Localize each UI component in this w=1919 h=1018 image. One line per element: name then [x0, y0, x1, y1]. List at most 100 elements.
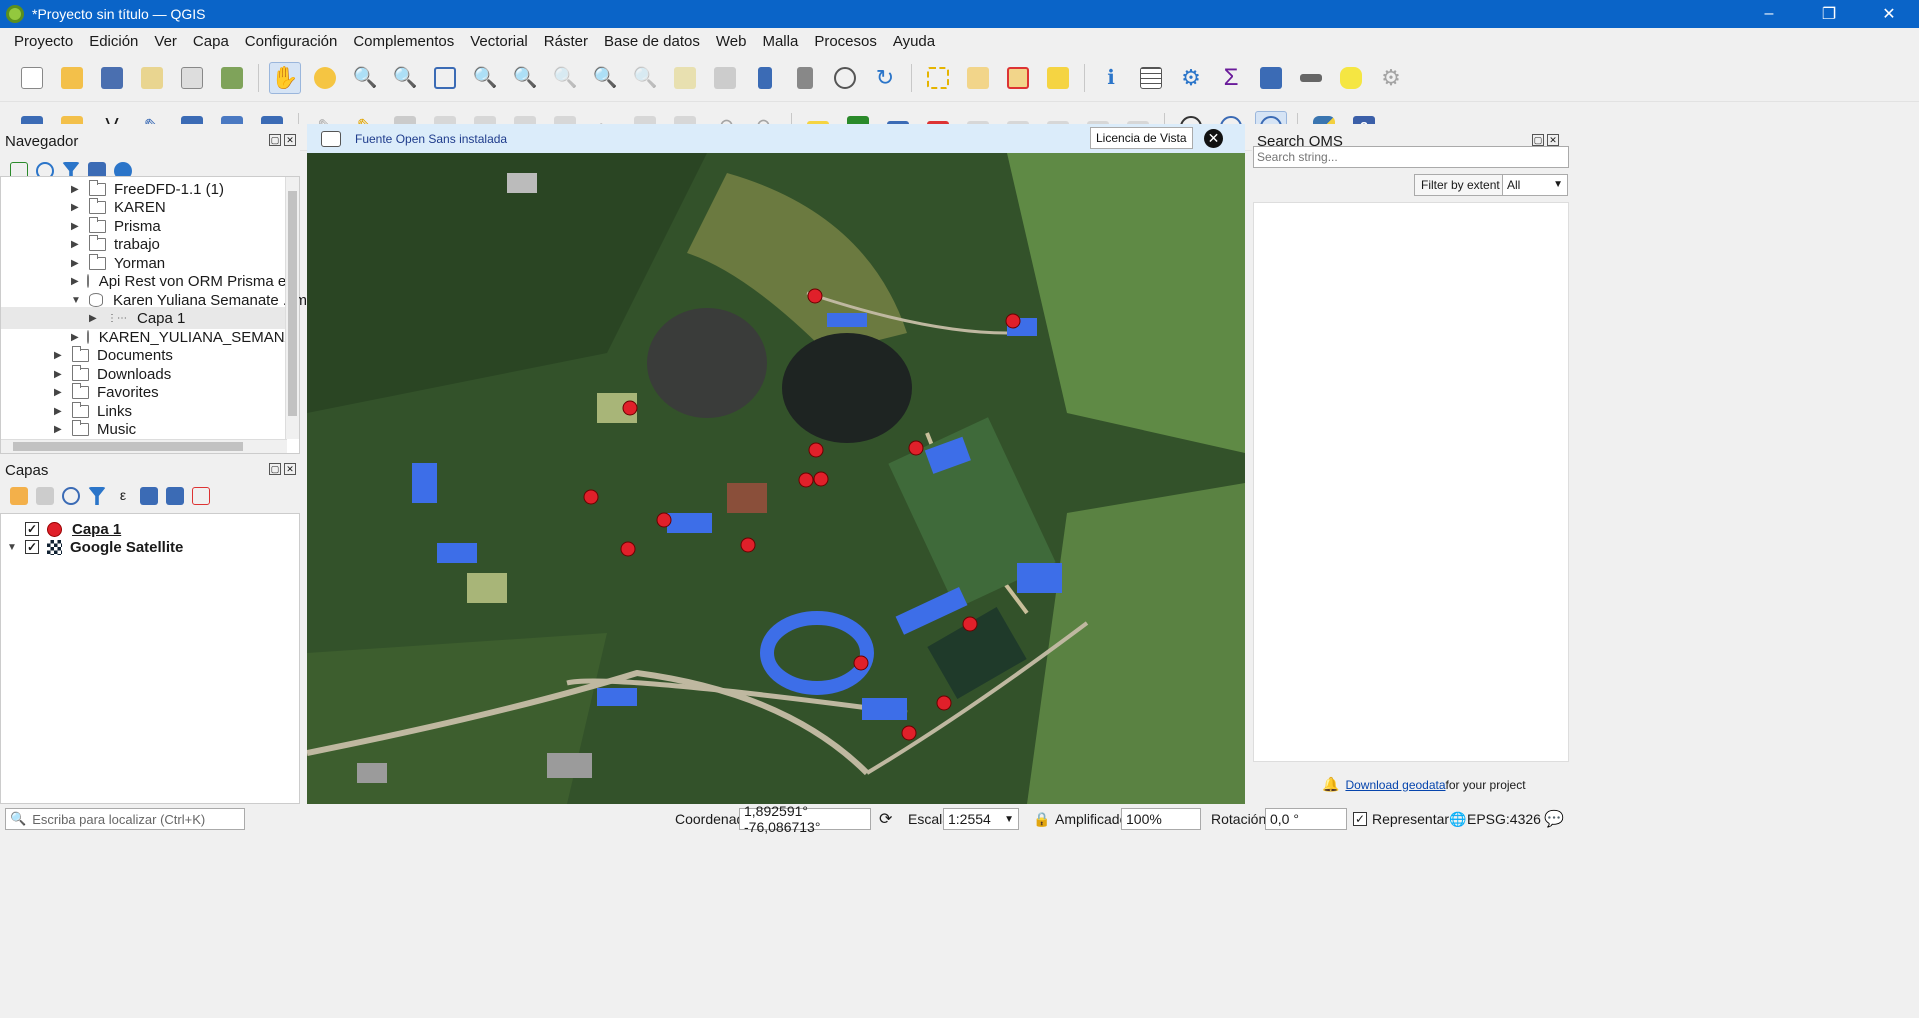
new-print-layout-icon[interactable] — [136, 62, 168, 94]
zoom-selection-icon[interactable]: 🔍 — [469, 62, 501, 94]
select-by-value-icon[interactable] — [962, 62, 994, 94]
menu-complementos[interactable]: Complementos — [345, 33, 462, 50]
point-symbol-icon — [47, 521, 62, 537]
menu-web[interactable]: Web — [708, 33, 755, 50]
layer-item-google-satellite[interactable]: ▼ ✓ Google Satellite — [7, 537, 183, 557]
close-window-button[interactable]: ✕ — [1859, 0, 1919, 28]
style-manager-icon[interactable] — [216, 62, 248, 94]
deselect-features-icon[interactable] — [1002, 62, 1034, 94]
new-project-icon[interactable] — [16, 62, 48, 94]
zoom-next-icon[interactable]: 🔍 — [629, 62, 661, 94]
folder-icon — [89, 253, 106, 270]
restore-button[interactable]: ❐ — [1799, 0, 1859, 28]
main-toolbar: ✋ 🔍 🔍 🔍 🔍 🔍 🔍 🔍 ↻ ℹ ⚙ Σ ⚙ — [0, 54, 1919, 102]
statistics-icon[interactable]: Σ — [1215, 62, 1247, 94]
close-panel-icon[interactable]: ✕ — [284, 463, 296, 475]
layer-item-capa1[interactable]: ✓ Capa 1 — [25, 519, 121, 539]
menu-base-de-datos[interactable]: Base de datos — [596, 33, 708, 50]
browser-item[interactable]: ▶ Music — [54, 418, 136, 440]
menu-ver[interactable]: Ver — [146, 33, 185, 50]
manage-visibility-icon[interactable] — [62, 487, 80, 505]
zoom-full-icon[interactable] — [429, 62, 461, 94]
select-location-icon[interactable] — [1042, 62, 1074, 94]
license-button[interactable]: Licencia de Vista — [1090, 127, 1193, 149]
attribute-table-icon[interactable] — [1255, 62, 1287, 94]
point-marker — [808, 442, 824, 458]
point-marker — [908, 440, 924, 456]
folder-icon — [89, 216, 106, 233]
point-marker — [936, 695, 952, 711]
layer-styling-icon[interactable] — [10, 487, 28, 505]
menu-configuracion[interactable]: Configuración — [237, 33, 346, 50]
temporal-controller-icon[interactable] — [829, 62, 861, 94]
menu-edicion[interactable]: Edición — [81, 33, 146, 50]
layer-checkbox[interactable]: ✓ — [25, 522, 39, 536]
new-map-view-icon[interactable] — [669, 62, 701, 94]
float-panel-icon[interactable]: ▢ — [269, 134, 281, 146]
zoom-native-icon[interactable]: 🔍 — [549, 62, 581, 94]
filter-expression-icon[interactable]: ε — [114, 487, 132, 505]
close-message-icon[interactable]: ✕ — [1204, 129, 1223, 148]
coordinate-field[interactable]: 1,892591° -76,086713° — [739, 803, 871, 835]
crs-button[interactable]: EPSG:4326 — [1467, 811, 1541, 827]
menu-raster[interactable]: Ráster — [536, 33, 596, 50]
processing-toolbox-icon[interactable]: ⚙ — [1175, 62, 1207, 94]
menu-proyecto[interactable]: Proyecto — [6, 33, 81, 50]
map-tips-icon[interactable] — [1335, 62, 1367, 94]
horizontal-scrollbar[interactable] — [1, 439, 287, 453]
menu-ayuda[interactable]: Ayuda — [885, 33, 943, 50]
layers-panel-header: Capas ▢ ✕ — [0, 457, 300, 483]
messages-icon[interactable]: 💬 — [1544, 809, 1564, 829]
remove-layer-icon[interactable] — [192, 487, 210, 505]
render-label: Representar — [1372, 811, 1450, 827]
menu-capa[interactable]: Capa — [185, 33, 237, 50]
open-attribute-table-icon[interactable] — [1135, 62, 1167, 94]
filter-legend-icon[interactable] — [88, 487, 106, 505]
float-panel-icon[interactable]: ▢ — [1532, 134, 1544, 146]
identify-features-icon[interactable]: ℹ — [1095, 62, 1127, 94]
layout-manager-icon[interactable] — [176, 62, 208, 94]
minimize-button[interactable]: – — [1739, 0, 1799, 28]
vertical-scrollbar[interactable] — [285, 177, 299, 439]
pan-map-icon[interactable]: ✋ — [269, 61, 301, 94]
magnifier-spinbox[interactable]: 100% — [1121, 808, 1201, 830]
scale-select[interactable]: 1:2554 ▼ — [943, 808, 1019, 830]
rotation-spinbox[interactable]: 0,0 ° — [1265, 808, 1347, 830]
refresh-icon[interactable]: ↻ — [869, 62, 901, 94]
filter-by-extent-button[interactable]: Filter by extent — [1414, 174, 1507, 196]
qms-type-select[interactable]: All ▼ — [1502, 174, 1568, 196]
zoom-out-icon[interactable]: 🔍 — [389, 62, 421, 94]
expand-all-icon[interactable] — [140, 487, 158, 505]
menu-procesos[interactable]: Procesos — [806, 33, 885, 50]
pan-to-selection-icon[interactable] — [309, 62, 341, 94]
locator-search-input[interactable]: 🔍 Escriba para localizar (Ctrl+K) — [5, 808, 245, 830]
qms-search-input[interactable] — [1253, 146, 1569, 168]
measure-line-icon[interactable] — [1295, 62, 1327, 94]
float-panel-icon[interactable]: ▢ — [269, 463, 281, 475]
settings-gear-icon[interactable]: ⚙ — [1375, 62, 1407, 94]
select-features-icon[interactable] — [922, 62, 954, 94]
close-panel-icon[interactable]: ✕ — [284, 134, 296, 146]
new-3d-map-view-icon[interactable] — [709, 62, 741, 94]
zoom-last-icon[interactable]: 🔍 — [589, 62, 621, 94]
menu-vectorial[interactable]: Vectorial — [462, 33, 536, 50]
bookmark-icon[interactable] — [749, 62, 781, 94]
add-group-icon[interactable] — [36, 487, 54, 505]
point-marker — [798, 472, 814, 488]
menu-malla[interactable]: Malla — [754, 33, 806, 50]
layer-checkbox[interactable]: ✓ — [25, 540, 39, 554]
collapse-all-layers-icon[interactable] — [166, 487, 184, 505]
close-panel-icon[interactable]: ✕ — [1547, 134, 1559, 146]
toggle-extents-icon[interactable]: ⟳ — [879, 809, 892, 829]
show-bookmarks-icon[interactable] — [789, 62, 821, 94]
download-geodata-link[interactable]: Download geodata — [1345, 778, 1445, 792]
map-canvas[interactable] — [307, 153, 1245, 804]
point-marker — [901, 725, 917, 741]
render-checkbox[interactable]: ✓ — [1353, 812, 1367, 826]
lock-scale-icon[interactable]: 🔒 — [1033, 811, 1050, 828]
open-project-icon[interactable] — [56, 62, 88, 94]
point-layer-icon: ⋮⋯ — [107, 312, 127, 324]
zoom-layer-icon[interactable]: 🔍 — [509, 62, 541, 94]
save-project-icon[interactable] — [96, 62, 128, 94]
zoom-in-icon[interactable]: 🔍 — [349, 62, 381, 94]
